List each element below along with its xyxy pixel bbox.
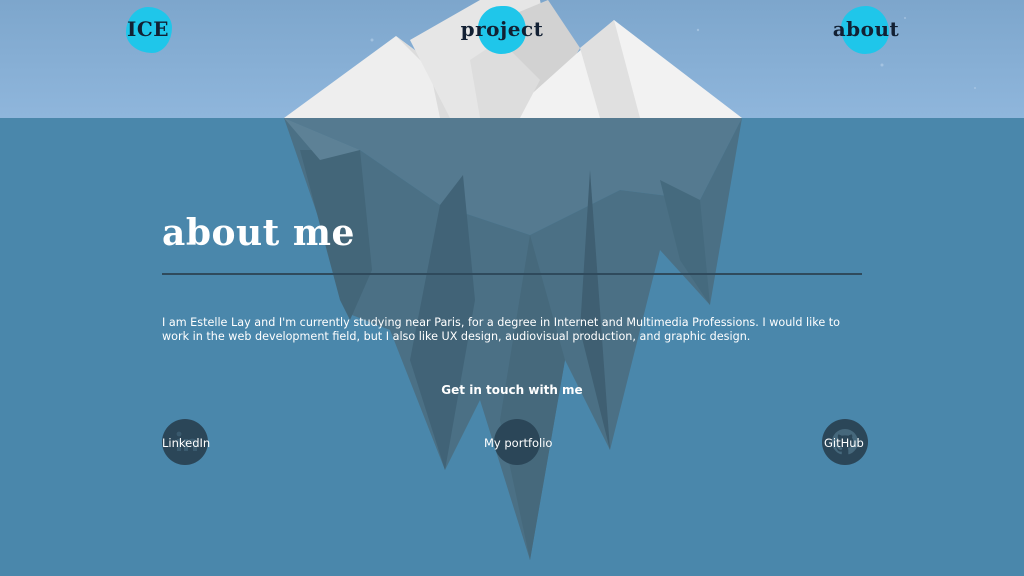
portfolio-label: My portfolio [484, 436, 553, 450]
nav-project-link[interactable]: project [460, 5, 544, 54]
portfolio-link[interactable]: My portfolio [484, 419, 552, 467]
github-label: GitHub [824, 436, 864, 450]
github-link[interactable]: GitHub [822, 419, 868, 467]
nav-about-link[interactable]: about [833, 5, 899, 54]
title-divider [162, 273, 862, 275]
nav-about-label: about [832, 17, 900, 41]
nav-home-label: ICE [126, 17, 170, 41]
linkedin-link[interactable]: LinkedIn [162, 419, 211, 467]
nav-home-link[interactable]: ICE [124, 5, 172, 53]
linkedin-label: LinkedIn [162, 436, 211, 450]
page-title: about me [162, 212, 355, 254]
bio-paragraph: I am Estelle Lay and I'm currently study… [162, 316, 841, 343]
contact-heading: Get in touch with me [441, 383, 583, 397]
iceberg-background [0, 0, 1024, 576]
nav-project-label: project [460, 17, 544, 41]
